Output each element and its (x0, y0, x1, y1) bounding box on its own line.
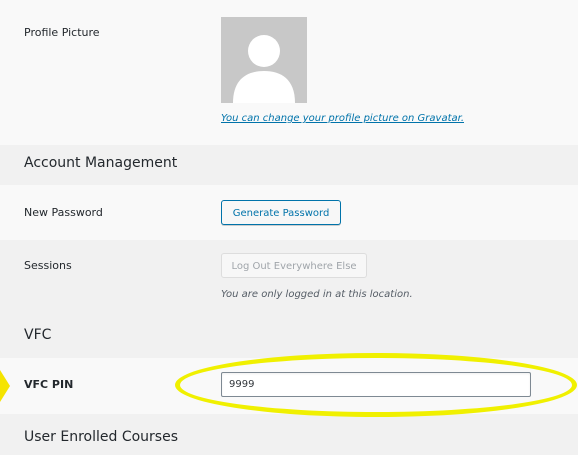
generate-password-button[interactable]: Generate Password (221, 200, 341, 225)
logout-everywhere-else-button[interactable]: Log Out Everywhere Else (221, 253, 367, 278)
gravatar-link[interactable]: You can change your profile picture on G… (221, 113, 464, 124)
sessions-hint: You are only logged in at this location. (221, 289, 413, 300)
highlight-arrow-icon (0, 370, 10, 402)
sessions-label: Sessions (24, 259, 72, 272)
vfc-heading: VFC (24, 327, 52, 343)
profile-picture-label: Profile Picture (24, 26, 100, 39)
vfc-pin-label: VFC PIN (24, 378, 74, 391)
vfc-pin-input[interactable] (221, 372, 531, 397)
user-silhouette-icon (221, 17, 307, 103)
profile-settings-page: Profile Picture You can change your prof… (0, 0, 578, 455)
user-enrolled-courses-heading: User Enrolled Courses (24, 429, 178, 445)
default-avatar-image (221, 17, 307, 103)
account-management-heading: Account Management (24, 155, 178, 171)
new-password-label: New Password (24, 206, 103, 219)
